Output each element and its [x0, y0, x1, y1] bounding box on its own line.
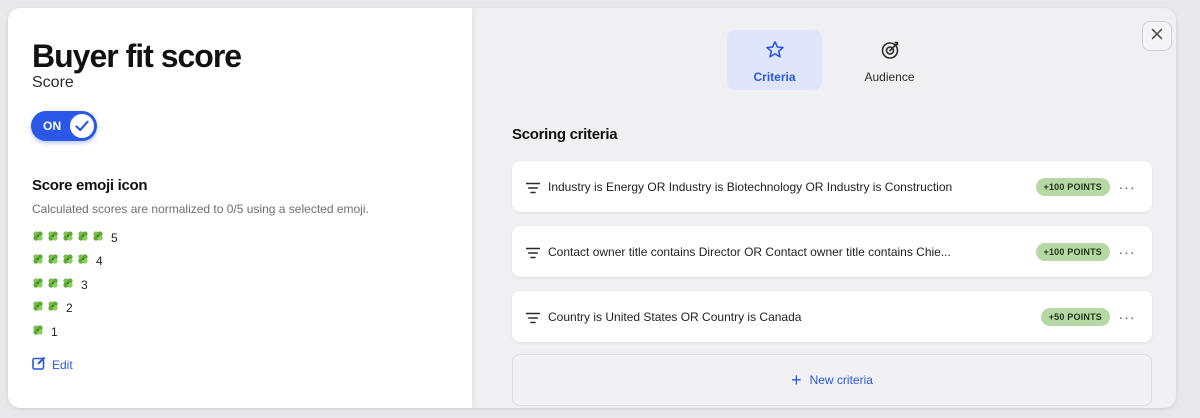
clover-icon	[47, 299, 62, 317]
criteria-text: Industry is Energy OR Industry is Biotec…	[548, 179, 953, 194]
emoji-score-row: 3	[32, 273, 118, 297]
star-icon	[765, 40, 785, 65]
clover-icon	[32, 323, 47, 341]
scoring-criteria-title: Scoring criteria	[512, 126, 618, 143]
clover-icon	[77, 229, 92, 247]
clover-icon	[47, 229, 62, 247]
clover-icon	[32, 252, 47, 270]
tab-audience[interactable]: Audience	[842, 30, 937, 90]
emoji-score-list: 54321	[32, 226, 118, 344]
emoji-score-row: 4	[32, 250, 118, 274]
clover-icon	[62, 276, 77, 294]
emoji-score-row: 5	[32, 226, 118, 250]
criteria-card[interactable]: Contact owner title contains Director OR…	[512, 226, 1152, 277]
clover-icons	[32, 299, 62, 317]
score-value: 5	[111, 230, 118, 245]
page-title: Buyer fit score	[32, 38, 242, 74]
score-value: 1	[51, 324, 58, 339]
clover-icons	[32, 323, 47, 341]
emoji-section-description: Calculated scores are normalized to 0/5 …	[32, 202, 369, 216]
criteria-text: Contact owner title contains Director OR…	[548, 244, 951, 259]
close-button[interactable]	[1142, 21, 1172, 51]
points-badge: +100 POINTS	[1035, 242, 1110, 261]
check-icon	[70, 114, 94, 138]
filter-icon	[525, 246, 541, 258]
clover-icon	[47, 252, 62, 270]
tab-audience-label: Audience	[864, 70, 915, 84]
clover-icon	[47, 276, 62, 294]
score-value: 3	[81, 277, 88, 292]
buyer-fit-score-modal: Buyer fit score Score ON Score emoji ico…	[8, 8, 1176, 408]
criteria-card[interactable]: Country is United States OR Country is C…	[512, 291, 1152, 342]
edit-emoji-button[interactable]: Edit	[32, 356, 73, 373]
tab-criteria-label: Criteria	[753, 70, 796, 84]
score-toggle[interactable]: ON	[31, 111, 97, 141]
points-badge: +100 POINTS	[1035, 177, 1110, 196]
target-icon	[880, 40, 900, 65]
edit-icon	[32, 356, 52, 373]
filter-icon	[525, 181, 541, 193]
clover-icon	[32, 229, 47, 247]
toggle-label: ON	[43, 119, 62, 133]
score-settings-panel: Buyer fit score Score ON Score emoji ico…	[8, 8, 472, 408]
more-options-icon[interactable]: ···	[1116, 310, 1138, 324]
criteria-card[interactable]: Industry is Energy OR Industry is Biotec…	[512, 161, 1152, 212]
clover-icon	[32, 276, 47, 294]
edit-label: Edit	[52, 357, 73, 372]
clover-icons	[32, 276, 77, 294]
new-criteria-label: New criteria	[809, 373, 873, 387]
tab-criteria[interactable]: Criteria	[727, 30, 822, 90]
clover-icon	[32, 299, 47, 317]
more-options-icon[interactable]: ···	[1116, 180, 1138, 194]
emoji-score-row: 1	[32, 320, 118, 344]
page-subtitle: Score	[32, 74, 74, 91]
clover-icon	[92, 229, 107, 247]
clover-icons	[32, 252, 92, 270]
clover-icon	[62, 252, 77, 270]
emoji-score-row: 2	[32, 297, 118, 321]
plus-icon: +	[791, 370, 802, 390]
clover-icon	[62, 229, 77, 247]
score-value: 2	[66, 301, 73, 316]
clover-icons	[32, 229, 107, 247]
criteria-list: Industry is Energy OR Industry is Biotec…	[512, 161, 1152, 356]
filter-icon	[525, 311, 541, 323]
clover-icon	[77, 252, 92, 270]
criteria-text: Country is United States OR Country is C…	[548, 309, 802, 324]
score-value: 4	[96, 254, 103, 269]
more-options-icon[interactable]: ···	[1116, 245, 1138, 259]
emoji-section-title: Score emoji icon	[32, 177, 148, 194]
points-badge: +50 POINTS	[1040, 307, 1110, 326]
new-criteria-button[interactable]: + New criteria	[512, 354, 1152, 406]
close-icon	[1151, 27, 1163, 45]
